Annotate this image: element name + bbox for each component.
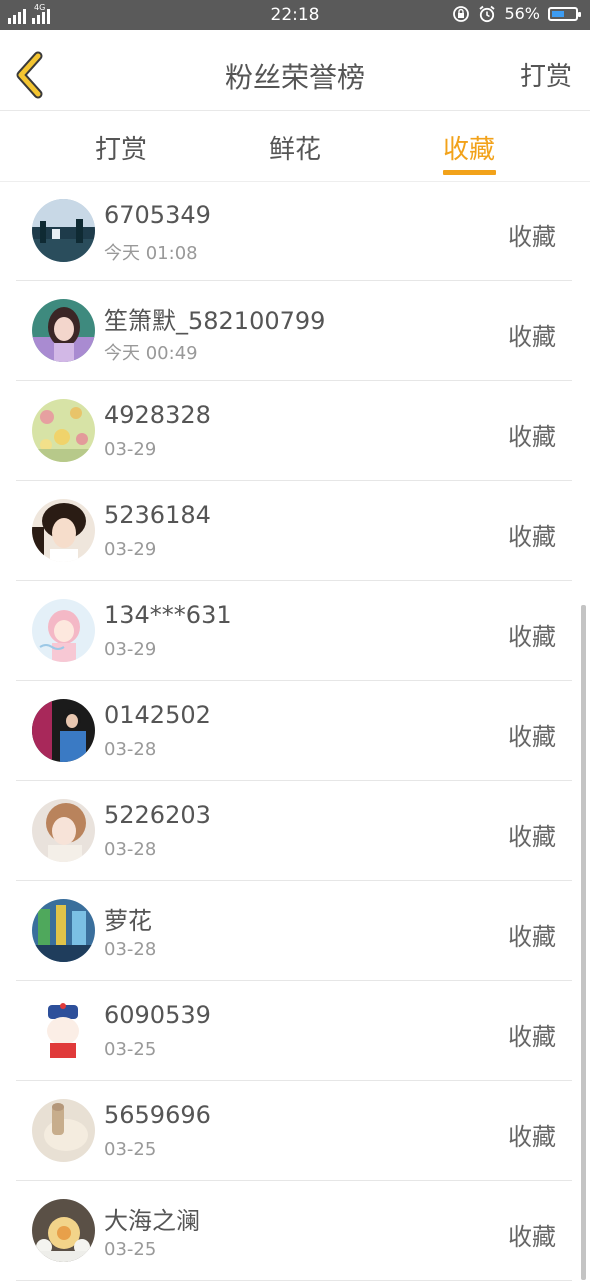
avatar	[32, 699, 95, 762]
list-item[interactable]: 5236184 03-29 收藏	[0, 481, 590, 581]
avatar	[32, 1099, 95, 1162]
avatar	[32, 1199, 95, 1262]
fan-name: 4928328	[104, 401, 211, 429]
fan-date: 03-29	[104, 639, 157, 660]
fan-date: 03-29	[104, 439, 157, 460]
fan-name: 134***631	[104, 601, 232, 629]
tab-reward[interactable]: 打赏	[95, 129, 147, 166]
list-item[interactable]: 0142502 03-28 收藏	[0, 681, 590, 781]
app-header: 粉丝荣誉榜 打赏	[0, 30, 590, 111]
list-item[interactable]: 6090539 03-25 收藏	[0, 981, 590, 1081]
fan-name: 大海之澜	[104, 1207, 200, 1235]
favorite-label: 收藏	[508, 923, 556, 951]
avatar	[32, 899, 95, 962]
list-item[interactable]: 5226203 03-28 收藏	[0, 781, 590, 881]
list-item[interactable]: 笙箫默_582100799 今天 00:49 收藏	[0, 281, 590, 381]
list-item[interactable]: 4928328 03-29 收藏	[0, 381, 590, 481]
avatar	[32, 999, 95, 1062]
favorite-label: 收藏	[508, 523, 556, 551]
alarm-icon	[479, 5, 496, 22]
avatar	[32, 799, 95, 862]
fan-name: 5226203	[104, 801, 211, 829]
fan-date: 03-28	[104, 839, 157, 860]
favorite-label: 收藏	[508, 723, 556, 751]
fan-date: 今天 00:49	[104, 343, 198, 364]
fan-date: 03-25	[104, 1239, 157, 1260]
tab-flowers[interactable]: 鲜花	[269, 129, 321, 166]
tab-bar: 打赏 鲜花 收藏	[0, 111, 590, 182]
favorite-label: 收藏	[508, 423, 556, 451]
avatar	[32, 599, 95, 662]
list-item[interactable]: 5659696 03-25 收藏	[0, 1081, 590, 1181]
fan-date: 03-29	[104, 539, 157, 560]
rotation-lock-icon	[453, 5, 470, 22]
tab-favorites[interactable]: 收藏	[443, 129, 495, 166]
favorite-label: 收藏	[508, 223, 556, 251]
fan-name: 5659696	[104, 1101, 211, 1129]
favorite-label: 收藏	[508, 823, 556, 851]
list-item[interactable]: 大海之澜 03-25 收藏	[0, 1181, 590, 1281]
fan-date: 03-28	[104, 739, 157, 760]
fan-date: 03-25	[104, 1139, 157, 1160]
fan-name: 0142502	[104, 701, 211, 729]
list-item[interactable]: 萝花 03-28 收藏	[0, 881, 590, 981]
list-item[interactable]: 6705349 今天 01:08 收藏	[0, 181, 590, 281]
scrollbar[interactable]	[581, 605, 586, 1280]
fan-list: 6705349 今天 01:08 收藏 笙箫默_582100799 今天 00:…	[0, 181, 590, 1281]
list-item[interactable]: 134***631 03-29 收藏	[0, 581, 590, 681]
battery-percent: 56%	[504, 4, 540, 23]
battery-icon	[548, 6, 581, 21]
fan-name: 6705349	[104, 201, 211, 229]
page-title: 粉丝荣誉榜	[224, 61, 365, 94]
fan-name: 5236184	[104, 501, 211, 529]
avatar	[32, 299, 95, 362]
avatar	[32, 499, 95, 562]
favorite-label: 收藏	[508, 1123, 556, 1151]
favorite-label: 收藏	[508, 323, 556, 351]
active-tab-indicator	[443, 170, 496, 175]
favorite-label: 收藏	[508, 1223, 556, 1251]
avatar	[32, 399, 95, 462]
fan-date: 03-28	[104, 939, 157, 960]
fan-date: 03-25	[104, 1039, 157, 1060]
avatar	[32, 199, 95, 262]
status-bar: 4G 22:18 56%	[0, 0, 590, 30]
favorite-label: 收藏	[508, 1023, 556, 1051]
reward-button[interactable]: 打赏	[520, 56, 572, 93]
fan-name: 萝花	[104, 907, 152, 935]
fan-date: 今天 01:08	[104, 243, 198, 264]
fan-name: 6090539	[104, 1001, 211, 1029]
favorite-label: 收藏	[508, 623, 556, 651]
fan-name: 笙箫默_582100799	[104, 307, 326, 335]
